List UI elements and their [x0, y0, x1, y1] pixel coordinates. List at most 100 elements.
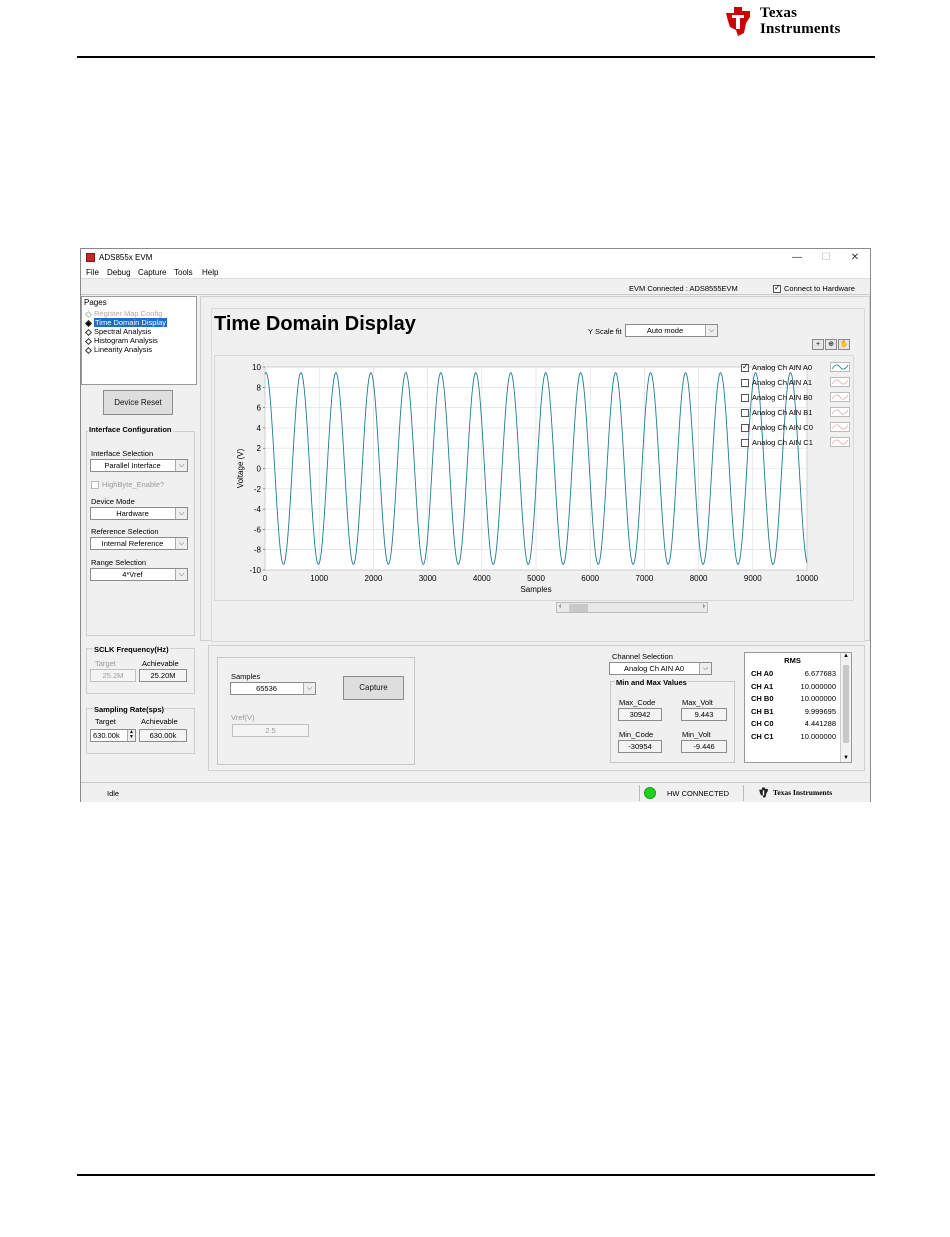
chevron-down-icon[interactable]: ⌵ — [175, 569, 187, 580]
rms-value: 10.000000 — [800, 731, 836, 741]
scroll-right-icon[interactable]: › — [703, 603, 705, 610]
y-tick-label: 6 — [257, 404, 262, 413]
spinner-arrows-icon[interactable]: ▲ ▼ — [127, 730, 135, 741]
diamond-icon — [84, 328, 93, 336]
scroll-thumb[interactable] — [569, 604, 588, 612]
legend-label: Analog Ch AIN A0 — [752, 363, 813, 372]
legend-item[interactable]: Analog Ch AIN A1 — [741, 375, 851, 390]
device-mode-dropdown[interactable]: Hardware ⌵ — [90, 507, 188, 520]
checkbox-icon[interactable] — [741, 408, 749, 417]
min-volt-field: -9.446 — [681, 740, 727, 753]
chevron-down-icon[interactable]: ⌵ — [175, 538, 187, 549]
hw-connected-text: HW CONNECTED — [667, 789, 730, 798]
checkbox-icon[interactable] — [741, 438, 749, 447]
chevron-down-icon[interactable]: ⌵ — [303, 683, 315, 694]
highbyte-enable-checkbox[interactable]: HighByte_Enable? — [91, 480, 164, 489]
chevron-down-icon[interactable]: ⌵ — [699, 663, 711, 674]
page-title: Time Domain Display — [214, 313, 416, 335]
rms-channel: CH B0 — [751, 694, 774, 703]
rms-scrollbar[interactable]: ▲ ▼ — [840, 653, 851, 762]
page-item-histogram[interactable]: Histogram Analysis — [84, 336, 194, 345]
legend-label: Analog Ch AIN B0 — [752, 393, 813, 402]
checkbox-icon[interactable] — [741, 378, 749, 387]
menu-help[interactable]: Help — [202, 268, 218, 277]
scroll-left-icon[interactable]: ‹ — [559, 603, 561, 610]
connect-hardware-label: Connect to Hardware — [784, 284, 855, 293]
chart-horizontal-scrollbar[interactable]: ‹ › — [556, 602, 708, 613]
ti-status-logo: Texas Instruments — [757, 786, 832, 799]
legend-item[interactable]: Analog Ch AIN C1 — [741, 435, 851, 450]
pan-tool-icon[interactable]: ✋ — [838, 339, 850, 350]
legend-item[interactable]: Analog Ch AIN C0 — [741, 420, 851, 435]
legend-item[interactable]: Analog Ch AIN A0 — [741, 360, 851, 375]
cursor-tool-icon[interactable]: + — [812, 339, 824, 350]
interface-selection-dropdown[interactable]: Parallel Interface ⌵ — [90, 459, 188, 472]
legend-item[interactable]: Analog Ch AIN B0 — [741, 390, 851, 405]
interface-selection-label: Interface Selection — [91, 449, 154, 458]
menu-bar: File Debug Capture Tools Help — [81, 266, 870, 279]
x-tick-label: 3000 — [419, 574, 437, 583]
connect-hardware-checkbox[interactable]: Connect to Hardware — [773, 283, 855, 293]
pages-list: Pages Register Map Config Time Domain Di… — [81, 296, 197, 385]
chevron-down-icon[interactable]: ⌵ — [705, 325, 717, 336]
menu-file[interactable]: File — [86, 268, 99, 277]
maximize-button[interactable]: ☐ — [816, 251, 836, 264]
channel-selection-label: Channel Selection — [612, 652, 673, 661]
samples-dropdown[interactable]: 65536 ⌵ — [230, 682, 316, 695]
evm-connected-text: EVM Connected : ADS8555EVM — [629, 284, 738, 293]
ti-bug-icon — [726, 7, 750, 36]
checkbox-icon[interactable] — [741, 423, 749, 432]
plot-style-swatch[interactable] — [830, 377, 850, 387]
legend-item[interactable]: Analog Ch AIN B1 — [741, 405, 851, 420]
rms-channel: CH C0 — [751, 719, 774, 728]
reference-selection-dropdown[interactable]: Internal Reference ⌵ — [90, 537, 188, 550]
ti-logo: Texas Instruments — [720, 2, 880, 40]
plot-style-swatch[interactable] — [830, 362, 850, 372]
page-item-register-map[interactable]: Register Map Config — [84, 309, 194, 318]
capture-button[interactable]: Capture — [343, 676, 404, 700]
max-volt-field: 9.443 — [681, 708, 727, 721]
x-tick-label: 1000 — [310, 574, 328, 583]
plot-style-swatch[interactable] — [830, 437, 850, 447]
logo-line1: Texas — [760, 5, 798, 21]
chevron-down-icon[interactable]: ⌵ — [175, 460, 187, 471]
channel-selection-dropdown[interactable]: Analog Ch AIN A0 ⌵ — [609, 662, 712, 675]
rms-channel: CH A0 — [751, 669, 774, 678]
scroll-up-icon[interactable]: ▲ — [843, 653, 849, 659]
menu-debug[interactable]: Debug — [107, 268, 131, 277]
y-scale-fit-dropdown[interactable]: Auto mode ⌵ — [625, 324, 718, 337]
sampling-target-field[interactable]: 630.00k ▲ ▼ — [90, 729, 136, 742]
menu-capture[interactable]: Capture — [138, 268, 166, 277]
page-item-spectral[interactable]: Spectral Analysis — [84, 327, 194, 336]
scroll-down-icon[interactable]: ▼ — [843, 755, 849, 761]
menu-tools[interactable]: Tools — [174, 268, 193, 277]
plot-style-swatch[interactable] — [830, 392, 850, 402]
y-tick-label: -10 — [249, 566, 261, 575]
page-item-time-domain[interactable]: Time Domain Display — [84, 318, 194, 327]
header-rule — [77, 56, 875, 58]
checkbox-icon[interactable] — [741, 393, 749, 402]
scroll-thumb[interactable] — [843, 665, 849, 743]
checkbox-icon[interactable] — [91, 480, 99, 489]
plot-style-swatch[interactable] — [830, 422, 850, 432]
sclk-target-field[interactable]: 25.2M — [90, 669, 136, 682]
y-scale-fit-label: Y Scale fit — [588, 327, 622, 336]
device-reset-button[interactable]: Device Reset — [103, 390, 173, 415]
footer-rule — [77, 1174, 875, 1176]
reference-selection-label: Reference Selection — [91, 527, 159, 536]
zoom-tool-icon[interactable]: ⊕ — [825, 339, 837, 350]
minimize-button[interactable]: — — [787, 251, 807, 264]
diamond-icon — [84, 310, 93, 318]
page-item-linearity[interactable]: Linearity Analysis — [84, 345, 194, 354]
chevron-down-icon[interactable]: ⌵ — [175, 508, 187, 519]
rms-channel: CH A1 — [751, 681, 774, 691]
diamond-icon — [84, 337, 93, 345]
checkbox-icon[interactable] — [773, 283, 781, 293]
plot-style-swatch[interactable] — [830, 407, 850, 417]
vref-field[interactable]: 2.5 — [232, 724, 309, 737]
range-selection-dropdown[interactable]: 4*Vref ⌵ — [90, 568, 188, 581]
y-tick-label: 10 — [252, 363, 261, 372]
close-button[interactable]: ✕ — [845, 251, 865, 264]
checkbox-icon[interactable] — [741, 362, 749, 372]
ti-bug-icon — [759, 787, 768, 798]
